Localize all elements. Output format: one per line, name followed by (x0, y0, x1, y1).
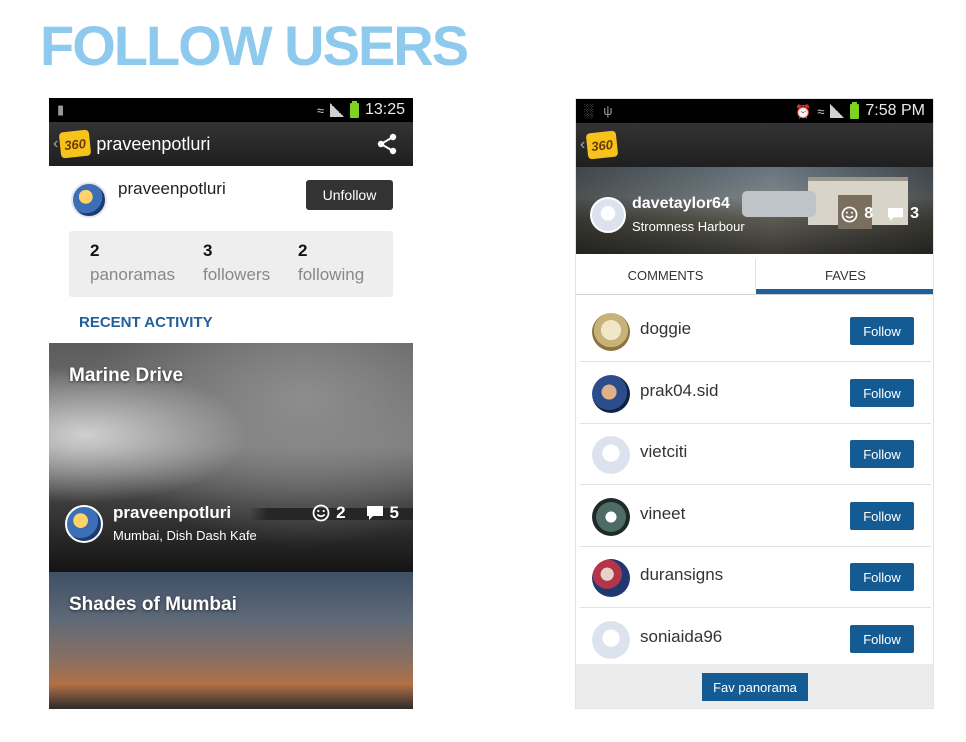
avatar[interactable] (590, 197, 626, 233)
tab-divider (755, 259, 756, 289)
follow-button[interactable]: Follow (850, 317, 914, 345)
panorama-user[interactable]: praveenpotluri (113, 503, 231, 523)
signal-icon (830, 104, 845, 118)
smiley-icon (841, 206, 858, 222)
action-bar: ‹ 360 (576, 123, 933, 167)
app-logo[interactable]: 360 (586, 130, 619, 160)
fav-panorama-button[interactable]: Fav panorama (702, 673, 808, 701)
username[interactable]: vietciti (640, 442, 687, 462)
comment-icon (366, 506, 383, 520)
status-left-icons: ░ ψ (584, 103, 613, 118)
active-tab-indicator (756, 289, 933, 294)
truck-decoration (742, 191, 816, 217)
username[interactable]: soniaida96 (640, 627, 722, 647)
follow-button[interactable]: Follow (850, 502, 914, 530)
page-heading: FOLLOW USERS (40, 14, 469, 77)
unfollow-button[interactable]: Unfollow (306, 180, 393, 210)
follow-button[interactable]: Follow (850, 379, 914, 407)
comment-icon (888, 207, 904, 221)
share-icon[interactable] (375, 132, 399, 156)
status-time: 7:58 PM (865, 102, 925, 119)
alarm-icon: ⏰ (795, 103, 812, 119)
back-chevron-icon[interactable]: ‹ (580, 136, 585, 154)
list-item[interactable]: duransigns Follow (580, 547, 931, 608)
follow-button[interactable]: Follow (850, 440, 914, 468)
list-item[interactable]: prak04.sid Follow (580, 363, 931, 424)
status-time: 13:25 (364, 101, 405, 118)
usb-icon: ψ (603, 103, 613, 118)
panorama-title: Marine Drive (69, 365, 184, 386)
stat-followers[interactable]: 3 followers (203, 241, 270, 285)
bottom-bar: Fav panorama (576, 664, 933, 708)
stat-label: panoramas (90, 265, 176, 284)
back-chevron-icon[interactable]: ‹ (53, 135, 58, 153)
list-item[interactable]: soniaida96 Follow (580, 609, 931, 670)
stat-following[interactable]: 2 following (298, 241, 364, 285)
username[interactable]: duransigns (640, 565, 723, 585)
panorama-header[interactable]: davetaylor64 Stromness Harbour 8 3 (576, 167, 933, 254)
follow-button[interactable]: Follow (850, 625, 914, 653)
username[interactable]: doggie (640, 319, 691, 339)
profile-row: praveenpotluri Unfollow (49, 166, 413, 228)
wifi-icon: ≈ (316, 102, 324, 118)
status-bar: ░ ψ ⏰ ≈ 7:58 PM (576, 99, 933, 123)
avatar[interactable] (71, 182, 107, 218)
actionbar-title: praveenpotluri (96, 133, 211, 154)
app-logo[interactable]: 360 (59, 129, 92, 159)
stat-panoramas[interactable]: 2 panoramas (90, 241, 175, 285)
action-bar: ‹ 360 praveenpotluri (49, 122, 413, 166)
comments-count: 5 (389, 503, 399, 522)
stat-count: 3 (203, 241, 213, 260)
panorama-location: Mumbai, Dish Dash Kafe (113, 528, 257, 543)
header-stats: 8 3 (841, 205, 919, 223)
panorama-card[interactable]: Marine Drive praveenpotluri Mumbai, Dish… (49, 343, 413, 572)
left-phone-screen: ▮ ≈ 13:25 ‹ 360 praveenpotluri praveenpo… (49, 98, 413, 709)
signal-icon (329, 103, 344, 117)
avatar[interactable] (592, 498, 630, 536)
avatar[interactable] (592, 375, 630, 413)
battery-icon (349, 100, 359, 118)
right-phone-screen: ░ ψ ⏰ ≈ 7:58 PM ‹ 360 davetaylor64 Strom… (575, 98, 934, 709)
stat-label: following (298, 265, 365, 284)
avatar[interactable] (592, 559, 630, 597)
tab-comments[interactable]: COMMENTS (576, 255, 755, 295)
panorama-card[interactable]: Shades of Mumbai (49, 572, 413, 709)
username[interactable]: prak04.sid (640, 381, 718, 401)
avatar[interactable] (592, 436, 630, 474)
profile-name: praveenpotluri (118, 179, 226, 198)
list-item[interactable]: doggie Follow (580, 301, 931, 362)
list-item[interactable]: vietciti Follow (580, 424, 931, 485)
username[interactable]: vineet (640, 504, 685, 524)
header-location: Stromness Harbour (632, 219, 745, 234)
avatar[interactable] (65, 505, 103, 543)
stat-count: 2 (90, 241, 100, 260)
follow-button[interactable]: Follow (850, 563, 914, 591)
status-left-icons: ▮ (57, 102, 64, 118)
panorama-stats: 2 5 (312, 503, 399, 523)
stat-label: followers (203, 265, 271, 284)
wifi-icon: ≈ (817, 103, 825, 119)
avatar[interactable] (592, 621, 630, 659)
comments-count: 3 (910, 205, 919, 222)
header-username[interactable]: davetaylor64 (632, 195, 730, 213)
battery-icon (850, 101, 860, 119)
signal-bars-icon: ░ (584, 103, 594, 118)
avatar[interactable] (592, 313, 630, 351)
panorama-title: Shades of Mumbai (69, 594, 237, 615)
list-item[interactable]: vineet Follow (580, 486, 931, 547)
recent-activity-heading: RECENT ACTIVITY (79, 314, 213, 331)
smiley-icon (312, 504, 330, 522)
sim-icon: ▮ (57, 102, 65, 117)
status-bar: ▮ ≈ 13:25 (49, 98, 413, 122)
faves-count: 2 (336, 503, 346, 522)
stats-box: 2 panoramas 3 followers 2 following (69, 231, 393, 297)
stat-count: 2 (298, 241, 308, 260)
faves-count: 8 (864, 205, 874, 222)
